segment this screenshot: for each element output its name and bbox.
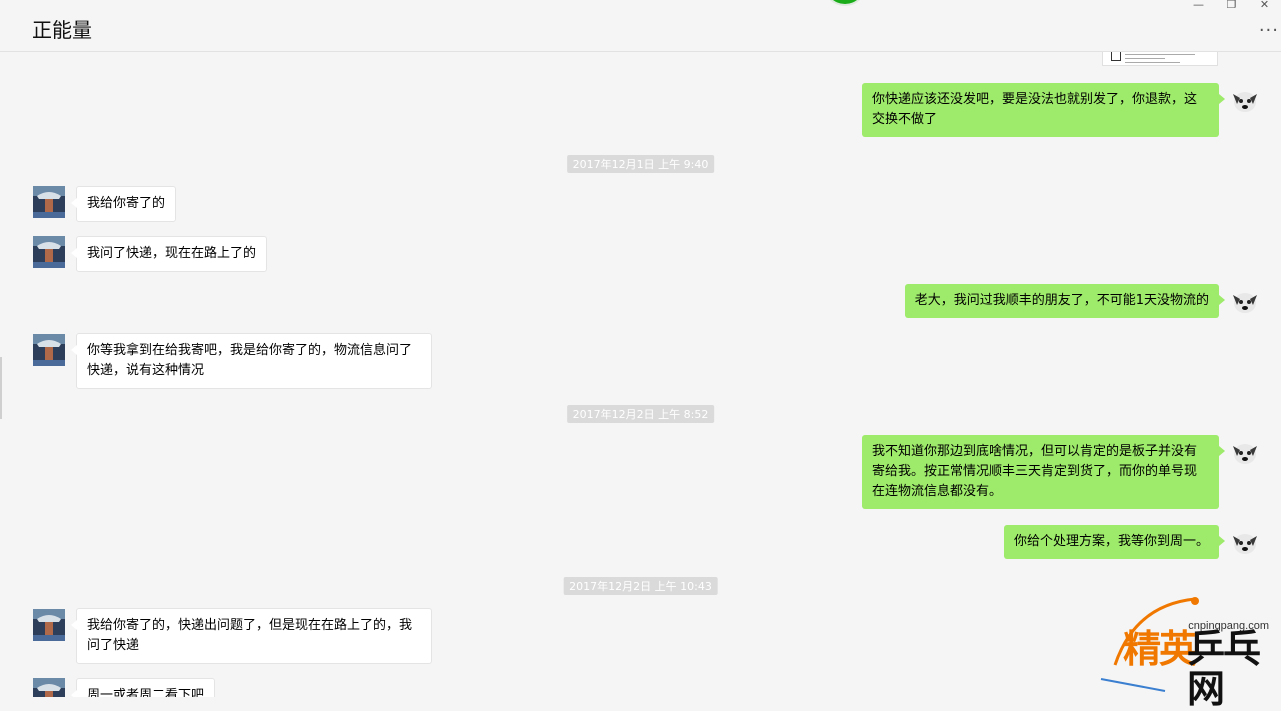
message-bubble-outgoing[interactable]: 老大，我问过我顺丰的朋友了，不可能1天没物流的 — [904, 284, 1226, 318]
minimize-button[interactable]: — — [1182, 0, 1215, 14]
contact-avatar[interactable] — [33, 609, 65, 641]
dog-avatar-icon — [1229, 84, 1261, 116]
message-bubble-outgoing[interactable]: 你快递应该还没发吧，要是没法也就别发了，你退款，这交换不做了 — [862, 83, 1225, 137]
chat-title: 正能量 — [32, 18, 92, 42]
close-button[interactable]: ✕ — [1248, 0, 1281, 14]
dog-avatar-icon — [1229, 436, 1261, 468]
scrollbar[interactable] — [0, 357, 2, 419]
my-avatar[interactable] — [1229, 285, 1261, 317]
contact-avatar-icon — [33, 334, 65, 366]
contact-avatar[interactable] — [33, 236, 65, 268]
message-bubble-incoming[interactable]: 你等我拿到在给我寄吧，我是给你寄了的，物流信息问了快递，说有这种情况 — [71, 333, 432, 389]
my-avatar[interactable] — [1229, 526, 1261, 558]
contact-avatar[interactable] — [33, 678, 65, 697]
contact-avatar-icon — [33, 609, 65, 641]
more-options-icon[interactable]: ··· — [1259, 20, 1279, 41]
message-bubble-incoming[interactable]: 我问了快递，现在在路上了的 — [70, 236, 268, 272]
window-controls: — ❐ ✕ — [1182, 0, 1281, 14]
message-bubble-incoming[interactable]: 周一或者周二看下吧 — [70, 678, 216, 697]
message-bubble-outgoing[interactable]: 你给个处理方案，我等你到周一。 — [1003, 525, 1226, 559]
contact-avatar-icon — [33, 236, 65, 268]
message-list[interactable]: 你快递应该还没发吧，要是没法也就别发了，你退款，这交换不做了 2017年12月1… — [0, 52, 1281, 697]
message-bubble-incoming[interactable]: 我给你寄了的 — [70, 186, 177, 222]
contact-avatar[interactable] — [33, 334, 65, 366]
timestamp: 2017年12月2日 上午 10:43 — [563, 577, 718, 595]
contact-avatar-icon — [33, 678, 65, 697]
my-avatar[interactable] — [1229, 436, 1261, 468]
dog-avatar-icon — [1229, 526, 1261, 558]
qr-thumbnail-icon — [1111, 52, 1121, 61]
chat-header: 正能量 — ❐ ✕ ··· — [0, 0, 1281, 52]
restore-button[interactable]: ❐ — [1215, 0, 1248, 14]
message-bubble-incoming[interactable]: 我给你寄了的，快递出问题了，但是现在在路上了的，我问了快递 — [71, 608, 432, 664]
image-message-thumbnail[interactable] — [1102, 52, 1218, 66]
my-avatar[interactable] — [1229, 84, 1261, 116]
timestamp: 2017年12月1日 上午 9:40 — [566, 155, 715, 173]
watermark-text-orange: 精英 — [1123, 627, 1197, 671]
contact-avatar[interactable] — [33, 186, 65, 218]
contact-avatar-icon — [33, 186, 65, 218]
message-bubble-outgoing[interactable]: 我不知道你那边到底啥情况，但可以肯定的是板子并没有寄给我。按正常情况顺丰三天肯定… — [862, 435, 1225, 509]
timestamp: 2017年12月2日 上午 8:52 — [566, 405, 715, 423]
watermark-text-black: 乒乓网 — [1187, 627, 1261, 711]
site-watermark: cnpingpang.com 精英 乒乓网 — [1095, 595, 1281, 709]
dog-avatar-icon — [1229, 285, 1261, 317]
